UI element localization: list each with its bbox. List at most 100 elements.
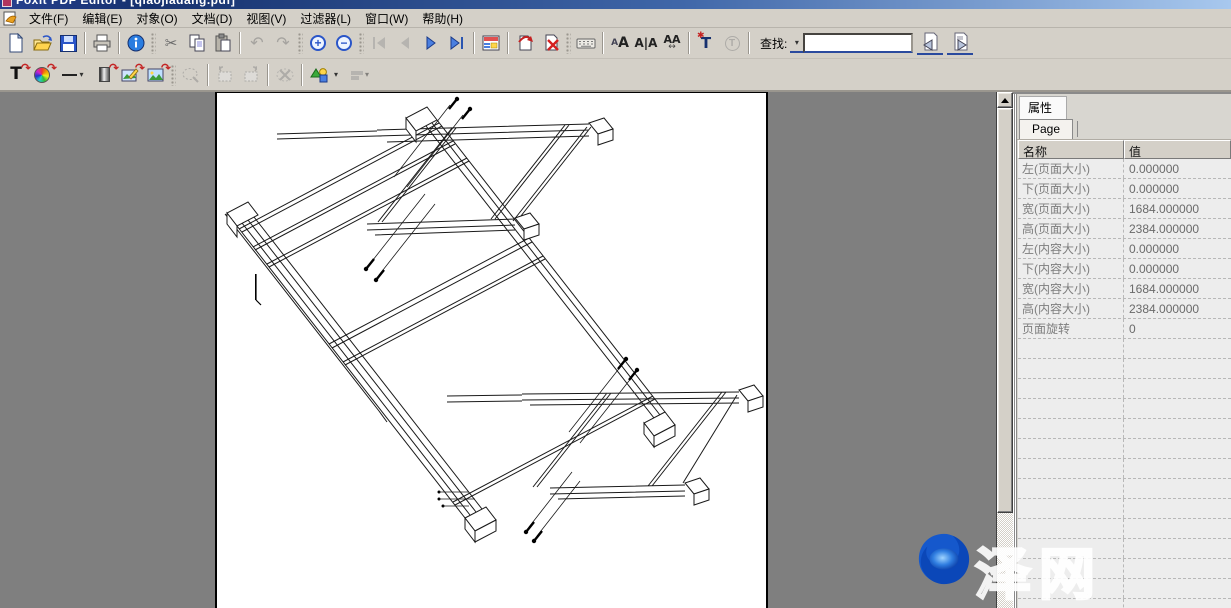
char-spacing-button[interactable]: AA ↔ [659, 30, 685, 56]
select-object-button[interactable] [178, 62, 204, 88]
prev-page-button[interactable] [392, 30, 418, 56]
text-circle-button[interactable]: T [719, 30, 745, 56]
keyboard-button[interactable] [573, 30, 599, 56]
copy-button[interactable] [184, 30, 210, 56]
column-header-value[interactable]: 值 [1124, 140, 1231, 159]
property-row-page-width[interactable]: 宽(页面大小)1684.000000 [1018, 199, 1231, 219]
scroll-up-button[interactable] [997, 92, 1013, 108]
insert-page-button[interactable] [512, 30, 538, 56]
title-bar: Foxit PDF Editor - [qiaojiadang.pdf] [0, 0, 1231, 9]
cut-button[interactable]: ✂ [158, 30, 184, 56]
find-dropdown-arrow[interactable]: ▾ [790, 33, 803, 53]
rotate-right-button[interactable] [238, 62, 264, 88]
zoom-in-button[interactable]: + [305, 30, 331, 56]
column-header-name[interactable]: 名称 [1018, 140, 1124, 159]
first-page-button[interactable] [366, 30, 392, 56]
lasso-icon [181, 65, 201, 85]
app-icon [2, 0, 12, 7]
property-row-content-left[interactable]: 左(内容大小)0.000000 [1018, 239, 1231, 259]
empty-row [1018, 519, 1231, 539]
property-row-content-bottom[interactable]: 下(内容大小)0.000000 [1018, 259, 1231, 279]
page-layout-button[interactable] [478, 30, 504, 56]
empty-row [1018, 539, 1231, 559]
next-page-button[interactable] [418, 30, 444, 56]
chevron-down-icon[interactable]: ▾ [334, 70, 338, 79]
add-text-button[interactable]: T ✱ [693, 30, 719, 56]
delete-page-button[interactable] [538, 30, 564, 56]
next-page-icon [421, 33, 441, 53]
document-info-button[interactable] [123, 30, 149, 56]
property-row-page-bottom[interactable]: 下(页面大小)0.000000 [1018, 179, 1231, 199]
document-canvas[interactable] [0, 92, 996, 608]
new-page-icon [6, 33, 26, 53]
line-style-button[interactable]: ▾ [55, 62, 91, 88]
chevron-down-icon[interactable]: ▾ [365, 70, 369, 79]
main-toolbar: ✂ ↶ ↷ + − [0, 28, 1231, 59]
replace-image-button[interactable]: ↷ [143, 62, 169, 88]
menu-object[interactable]: 对象(O) [129, 9, 184, 28]
menu-help[interactable]: 帮助(H) [415, 9, 470, 28]
property-row-page-left[interactable]: 左(页面大小)0.000000 [1018, 159, 1231, 179]
save-button[interactable] [55, 30, 81, 56]
menu-edit[interactable]: 编辑(E) [75, 9, 129, 28]
last-page-button[interactable] [444, 30, 470, 56]
property-row-page-height[interactable]: 高(页面大小)2384.000000 [1018, 219, 1231, 239]
empty-row [1018, 459, 1231, 479]
empty-row [1018, 599, 1231, 608]
toolbar-grip [566, 32, 571, 54]
match-font-button[interactable]: A A [607, 30, 633, 56]
kerning-button[interactable]: A|A [633, 30, 659, 56]
zoom-out-button[interactable]: − [331, 30, 357, 56]
tab-page[interactable]: Page [1019, 119, 1073, 139]
find-prev-button[interactable] [917, 31, 943, 55]
property-row-content-height[interactable]: 高(内容大小)2384.000000 [1018, 299, 1231, 319]
property-table-header: 名称 值 [1018, 140, 1231, 159]
properties-panel: 属性 Page 名称 值 左(页面大小)0.000000 下(页面大小)0.00… [1013, 92, 1231, 608]
info-icon [126, 33, 146, 53]
vertical-scrollbar[interactable] [996, 92, 1013, 608]
scrollbar-thumb[interactable] [997, 108, 1013, 513]
align-button[interactable]: ▾ [342, 62, 378, 88]
toolbar-separator [267, 64, 269, 86]
menu-document[interactable]: 文档(D) [185, 9, 240, 28]
shading-button[interactable]: ↷ [91, 62, 117, 88]
toolbar-grip [151, 32, 156, 54]
copy-icon [187, 33, 207, 53]
menu-window[interactable]: 窗口(W) [358, 9, 415, 28]
menu-view[interactable]: 视图(V) [239, 9, 293, 28]
delete-object-icon [275, 65, 295, 85]
toolbar-grip [298, 32, 303, 54]
find-next-button[interactable] [947, 31, 973, 55]
scissors-icon: ✂ [165, 36, 178, 51]
panel-splitter[interactable] [1013, 94, 1018, 608]
print-button[interactable] [89, 30, 115, 56]
edit-text-object-button[interactable]: T ↷ [3, 62, 29, 88]
document-window-icon [3, 11, 18, 26]
property-row-content-width[interactable]: 宽(内容大小)1684.000000 [1018, 279, 1231, 299]
undo-button[interactable]: ↶ [244, 30, 270, 56]
panel-tabs: Page [1013, 117, 1231, 140]
gradient-cylinder-icon [99, 67, 110, 82]
panel-caption-bar: 属性 [1013, 94, 1231, 117]
paste-button[interactable] [210, 30, 236, 56]
pdf-page[interactable] [215, 92, 768, 608]
insert-shape-button[interactable]: ▾ [306, 62, 342, 88]
property-row-page-rotation[interactable]: 页面旋转0 [1018, 319, 1231, 339]
find-input[interactable] [803, 33, 913, 53]
property-table: 左(页面大小)0.000000 下(页面大小)0.000000 宽(页面大小)1… [1018, 159, 1231, 608]
work-area: 属性 Page 名称 值 左(页面大小)0.000000 下(页面大小)0.00… [0, 92, 1231, 608]
edit-color-button[interactable]: ↷ [29, 62, 55, 88]
toolbar-separator [602, 32, 604, 54]
rotate-left-button[interactable] [212, 62, 238, 88]
menu-filter[interactable]: 过滤器(L) [293, 9, 358, 28]
chevron-down-icon[interactable]: ▾ [79, 70, 83, 79]
open-file-button[interactable] [29, 30, 55, 56]
open-folder-icon [32, 33, 53, 53]
toolbar-separator [748, 32, 750, 54]
menu-file[interactable]: 文件(F) [22, 9, 75, 28]
redo-button[interactable]: ↷ [270, 30, 296, 56]
toolbar-separator [118, 32, 120, 54]
new-file-button[interactable] [3, 30, 29, 56]
edit-image-button[interactable]: ↷ [117, 62, 143, 88]
delete-object-button[interactable] [272, 62, 298, 88]
